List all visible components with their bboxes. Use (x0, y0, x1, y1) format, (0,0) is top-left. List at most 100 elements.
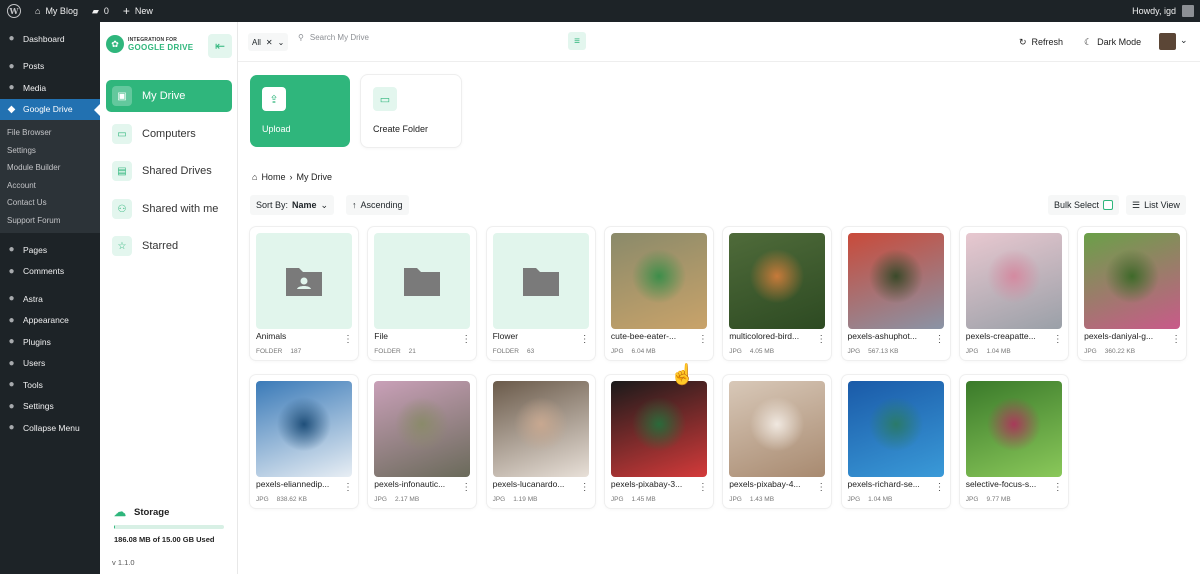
clear-filter-icon[interactable]: ✕ (266, 38, 273, 47)
brush-icon: ● (8, 314, 15, 326)
folder-card[interactable]: Animals FOLDER 187 ⋮ (250, 227, 358, 360)
menu-item-astra[interactable]: ● Astra (0, 288, 100, 310)
greeting-text: Howdy, igd (1132, 6, 1176, 16)
file-card[interactable]: pexels-eliannedip... JPG 838.62 KB ⋮ (250, 375, 358, 508)
more-options-icon[interactable]: ⋮ (1053, 483, 1063, 493)
menu-item-users[interactable]: ● Users (0, 353, 100, 375)
upload-button[interactable]: ⇪ Upload (250, 75, 350, 147)
breadcrumb-current: My Drive (296, 172, 332, 182)
more-options-icon[interactable]: ⋮ (461, 335, 471, 345)
more-options-icon[interactable]: ⋮ (1053, 335, 1063, 345)
user-icon: ● (8, 357, 15, 369)
sort-select[interactable]: Sort By: Name ⌄ (250, 195, 335, 215)
more-options-icon[interactable]: ⋮ (580, 483, 590, 493)
menu-label: Users (23, 358, 46, 369)
submenu-item-contact-us[interactable]: Contact Us (0, 194, 100, 212)
menu-item-plugins[interactable]: ● Plugins (0, 331, 100, 353)
file-card[interactable]: pexels-daniyal-g... JPG 360.22 KB ⋮ (1078, 227, 1187, 360)
menu-item-comments[interactable]: ● Comments (0, 261, 100, 283)
new-content-link[interactable]: + New (116, 0, 160, 22)
file-size: 2.17 MB (394, 496, 420, 503)
nav-item-starred[interactable]: ☆ Starred (106, 230, 232, 262)
more-options-icon[interactable]: ⋮ (935, 483, 945, 493)
bulk-select-button[interactable]: Bulk Select (1048, 195, 1120, 215)
more-options-icon[interactable]: ⋮ (935, 335, 945, 345)
file-card[interactable]: multicolored-bird... JPG 4.05 MB ⋮ (723, 227, 832, 360)
user-avatar[interactable] (1159, 33, 1176, 50)
menu-item-pages[interactable]: ● Pages (0, 239, 100, 261)
file-card[interactable]: pexels-creapatte... JPG 1.04 MB ⋮ (959, 227, 1068, 360)
file-name: pexels-daniyal-g... (1084, 331, 1154, 341)
file-meta: JPG 4.05 MB (729, 348, 774, 355)
more-options-icon[interactable]: ⋮ (343, 335, 353, 345)
image-thumbnail (610, 233, 707, 329)
comments-link[interactable]: ▰ 0 (85, 0, 116, 22)
more-options-icon[interactable]: ⋮ (816, 335, 826, 345)
more-options-icon[interactable]: ⋮ (1171, 335, 1181, 345)
submenu-item-support-forum[interactable]: Support Forum (0, 212, 100, 230)
file-name: File (374, 331, 388, 341)
menu-item-posts[interactable]: ● Posts (0, 56, 100, 78)
more-options-icon[interactable]: ⋮ (580, 335, 590, 345)
folder-card[interactable]: Flower FOLDER 63 ⋮ (486, 227, 595, 360)
wordpress-logo-button[interactable]: W (0, 0, 28, 22)
menu-label: Posts (23, 61, 45, 72)
account-menu[interactable]: Howdy, igd (1125, 0, 1200, 22)
more-options-icon[interactable]: ⋮ (461, 483, 471, 493)
top-bar: All ✕ ⌄ ⚲ Search My Drive ≡ ↻ Refresh ☾ Da… (238, 22, 1200, 62)
nav-item-computers[interactable]: ▭ Computers (106, 118, 232, 150)
search-options-button[interactable]: ≡ (568, 32, 586, 50)
menu-item-tools[interactable]: ● Tools (0, 374, 100, 396)
collapse-sidebar-button[interactable]: ⇤ (208, 34, 232, 58)
submenu-item-account[interactable]: Account (0, 177, 100, 195)
file-card[interactable]: selective-focus-s... JPG 9.77 MB ⋮ (959, 375, 1068, 508)
file-card[interactable]: cute-bee-eater-... JPG 6.04 MB ⋮ (604, 227, 713, 360)
search-box[interactable]: ⚲ Search My Drive (298, 33, 369, 42)
file-card[interactable]: pexels-pixabay-4... JPG 1.43 MB ⋮ (723, 375, 832, 508)
account-chevron-icon[interactable]: ⌄ (1180, 35, 1188, 46)
menu-item-appearance[interactable]: ● Appearance (0, 310, 100, 332)
folder-card[interactable]: File FOLDER 21 ⋮ (368, 227, 477, 360)
nav-item-shared-with-me[interactable]: ⚇ Shared with me (106, 193, 232, 225)
menu-item-dashboard[interactable]: ● Dashboard (0, 28, 100, 50)
bulk-select-checkbox[interactable] (1103, 200, 1114, 210)
more-options-icon[interactable]: ⋮ (343, 483, 353, 493)
file-card[interactable]: pexels-lucanardo... JPG 1.19 MB ⋮ (486, 375, 595, 508)
menu-label: Collapse Menu (23, 422, 80, 433)
sort-order-button[interactable]: ↑ Ascending (346, 195, 409, 215)
more-options-icon[interactable]: ⋮ (698, 483, 708, 493)
shared-drive-icon: ▤ (112, 161, 132, 181)
more-options-icon[interactable]: ⋮ (816, 483, 826, 493)
file-type: JPG (492, 496, 506, 503)
site-name-link[interactable]: ⌂ My Blog (28, 0, 85, 22)
nav-item-shared-drives[interactable]: ▤ Shared Drives (106, 155, 232, 187)
file-card[interactable]: pexels-infonautic... JPG 2.17 MB ⋮ (368, 375, 477, 508)
menu-item-media[interactable]: ● Media (0, 77, 100, 99)
submenu-item-file-browser[interactable]: File Browser (0, 124, 100, 142)
plugin-logo[interactable]: ✿ INTEGRATION FOR GOOGLE DRIVE (106, 35, 193, 53)
file-card[interactable]: pexels-ashuphot... JPG 567.13 KB ⋮ (841, 227, 950, 360)
search-input[interactable]: Search My Drive (310, 33, 369, 42)
menu-item-google-drive[interactable]: ◆ Google Drive (0, 98, 100, 120)
filter-select[interactable]: All ✕ ⌄ (248, 33, 289, 51)
submenu-item-module-builder[interactable]: Module Builder (0, 159, 100, 177)
image-thumbnail (256, 381, 352, 477)
file-card[interactable]: pexels-pixabay-3... JPG 1.45 MB ⋮ (604, 375, 713, 508)
storage-bar (114, 525, 224, 529)
breadcrumb-home[interactable]: Home (261, 172, 285, 182)
file-meta: JPG 1.19 MB (493, 496, 538, 503)
file-type: JPG (965, 496, 979, 503)
menu-item-collapse-menu[interactable]: ● Collapse Menu (0, 417, 100, 439)
file-card[interactable]: pexels-richard-se... JPG 1.04 MB ⋮ (841, 375, 950, 508)
nav-item-my-drive[interactable]: ▣ My Drive (106, 80, 232, 112)
settings-icon: ● (8, 400, 15, 412)
create-folder-button[interactable]: ▭ Create Folder (361, 75, 461, 147)
list-view-button[interactable]: ☰ List View (1126, 195, 1186, 215)
more-options-icon[interactable]: ⋮ (698, 335, 708, 345)
menu-item-settings[interactable]: ● Settings (0, 396, 100, 418)
nav-label: Starred (142, 240, 179, 252)
file-size: 4.05 MB (749, 348, 775, 355)
submenu-item-settings[interactable]: Settings (0, 142, 100, 160)
dark-mode-button[interactable]: ☾ Dark Mode (1078, 32, 1147, 52)
refresh-button[interactable]: ↻ Refresh (1013, 32, 1069, 52)
